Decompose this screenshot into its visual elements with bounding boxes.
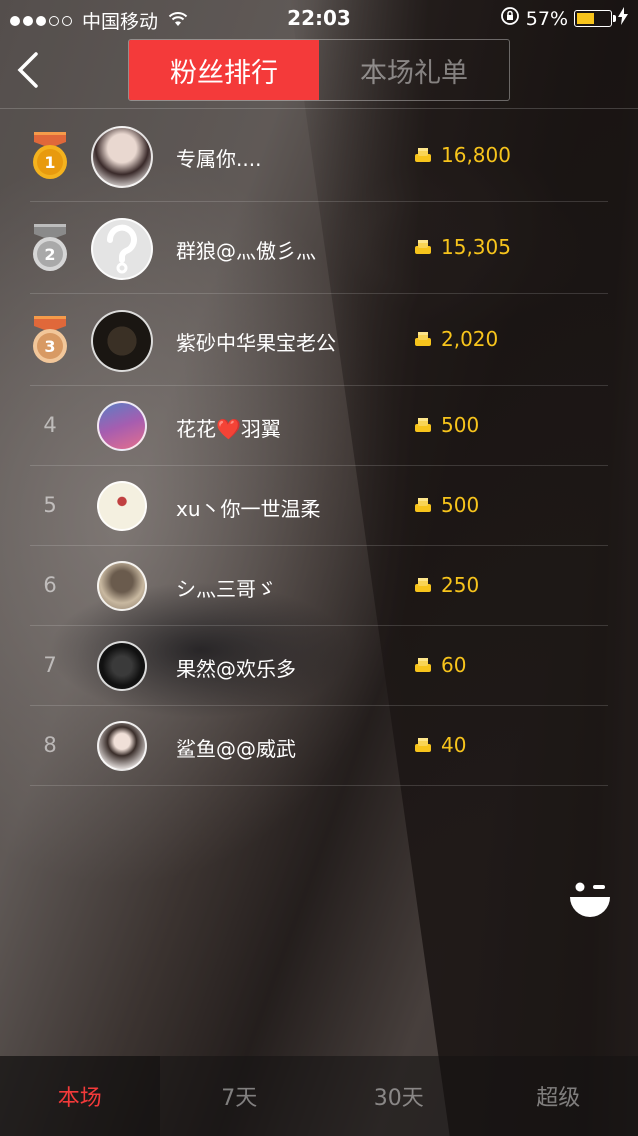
rank-number: 8 [43, 733, 57, 757]
smiley-icon[interactable] [568, 876, 612, 920]
user-name: シ灬三哥ゞ [176, 577, 276, 601]
ranking-row[interactable]: 7 果然@欢乐多 60 [0, 626, 638, 706]
gift-amount-value: 60 [441, 653, 467, 677]
gift-amount: 15,305 [413, 235, 511, 259]
gift-amount: 500 [413, 413, 479, 437]
svg-text:1: 1 [44, 153, 55, 172]
tab-super[interactable]: 超级 [479, 1056, 638, 1136]
avatar[interactable] [91, 218, 153, 280]
coin-icon [415, 418, 431, 432]
gift-amount: 40 [413, 733, 466, 757]
user-name: 群狼@灬傲彡灬 [176, 239, 316, 263]
gift-amount-value: 250 [441, 573, 480, 597]
avatar[interactable] [91, 126, 153, 188]
tab-7-days[interactable]: 7天 [160, 1056, 320, 1136]
user-name: 鲨鱼@@威武 [176, 737, 296, 761]
svg-text:3: 3 [44, 337, 55, 356]
gift-amount-value: 15,305 [441, 235, 511, 259]
rank-number: 5 [43, 493, 57, 517]
header-tabs: 粉丝排行 本场礼单 [128, 39, 510, 101]
user-name: xu丶你一世温柔 [176, 497, 321, 521]
coin-icon [415, 738, 431, 752]
gold-medal-icon: 1 [33, 132, 67, 179]
avatar[interactable] [97, 481, 147, 531]
gift-amount-value: 40 [441, 733, 467, 757]
gift-amount: 2,020 [413, 327, 498, 351]
avatar[interactable] [97, 721, 147, 771]
rank-number: 7 [43, 653, 57, 677]
charging-icon [618, 7, 628, 30]
ranking-row[interactable]: 5 xu丶你一世温柔 500 [0, 466, 638, 546]
user-name: 果然@欢乐多 [176, 657, 296, 681]
gift-amount: 16,800 [413, 143, 511, 167]
avatar[interactable] [91, 310, 153, 372]
tab-this-show[interactable]: 本场 [0, 1056, 160, 1136]
svg-text:2: 2 [44, 245, 55, 264]
ranking-row[interactable]: 8 鲨鱼@@威武 40 [0, 706, 638, 786]
divider [0, 108, 638, 109]
avatar[interactable] [97, 401, 147, 451]
question-mark-icon [106, 224, 137, 274]
coin-icon [415, 498, 431, 512]
silver-medal-icon: 2 [33, 224, 67, 271]
ranking-row[interactable]: 1 专属你.... 16,800 [0, 110, 638, 202]
bottom-tab-bar: 本场 7天 30天 超级 [0, 1056, 638, 1136]
back-button[interactable] [14, 50, 44, 90]
row-divider [30, 785, 608, 786]
coin-icon [415, 658, 431, 672]
gift-amount-value: 500 [441, 493, 480, 517]
coin-icon [415, 240, 431, 254]
ranking-row[interactable]: 3 紫砂中华果宝老公 2,020 [0, 294, 638, 386]
user-name: 专属你.... [176, 147, 262, 171]
battery-icon [574, 10, 616, 27]
user-name: 紫砂中华果宝老公 [176, 331, 336, 355]
chevron-left-icon [17, 52, 38, 88]
bronze-medal-icon: 3 [33, 316, 67, 363]
user-name: 花花❤️羽翼 [176, 417, 281, 441]
coin-icon [415, 578, 431, 592]
tab-fan-ranking[interactable]: 粉丝排行 [129, 40, 319, 100]
tab-30-days[interactable]: 30天 [319, 1056, 479, 1136]
status-bar: 中国移动 22:03 57% [0, 0, 638, 36]
ranking-row[interactable]: 4 花花❤️羽翼 500 [0, 386, 638, 466]
gift-amount-value: 2,020 [441, 327, 499, 351]
gift-amount-value: 500 [441, 413, 480, 437]
coin-icon [415, 332, 431, 346]
rank-number: 4 [43, 413, 57, 437]
rotation-lock-icon [500, 6, 520, 31]
rank-number: 6 [43, 573, 57, 597]
gift-amount: 60 [413, 653, 466, 677]
coin-icon [415, 148, 431, 162]
battery-percent: 57% [525, 7, 568, 30]
ranking-row[interactable]: 2 群狼@灬傲彡灬 15,305 [0, 202, 638, 294]
tab-gift-list[interactable]: 本场礼单 [319, 40, 509, 100]
avatar[interactable] [97, 561, 147, 611]
gift-amount-value: 16,800 [441, 143, 511, 167]
ranking-row[interactable]: 6 シ灬三哥ゞ 250 [0, 546, 638, 626]
avatar[interactable] [97, 641, 147, 691]
gift-amount: 500 [413, 493, 479, 517]
gift-amount: 250 [413, 573, 479, 597]
status-right: 57% [500, 6, 628, 31]
